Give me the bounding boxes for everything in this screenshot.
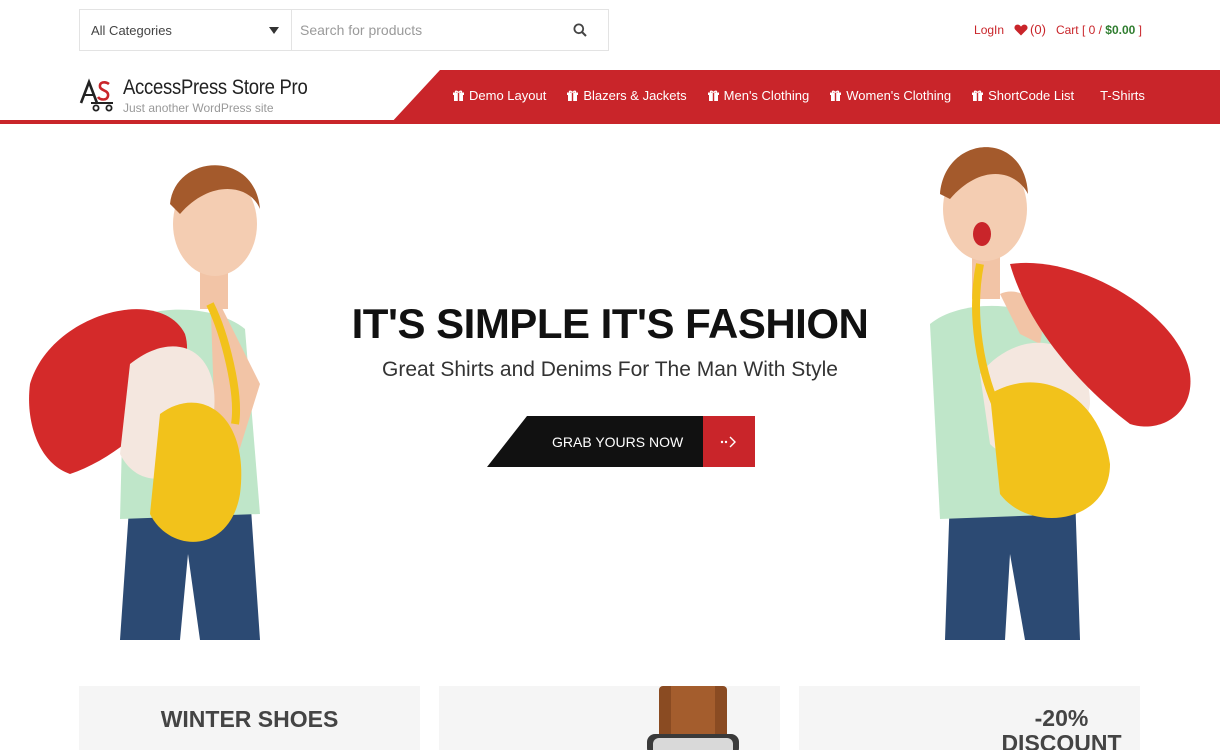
nav-item-demo-layout[interactable]: Demo Layout: [453, 88, 546, 103]
hero-title: IT'S SIMPLE IT'S FASHION: [351, 300, 869, 347]
main-navigation: Demo Layout Blazers & Jackets Men's Clot…: [453, 70, 1166, 120]
wishlist-link[interactable]: (0): [1014, 22, 1046, 37]
watch-image: [647, 686, 739, 750]
search-input[interactable]: [292, 10, 552, 50]
hero-model-right-image: [930, 147, 1191, 640]
promo-card-winter-shoes[interactable]: WINTER SHOES: [79, 686, 420, 750]
search-icon: [573, 23, 587, 37]
site-title: AccessPress Store Pro: [123, 76, 308, 99]
hero-subtitle: Great Shirts and Denims For The Man With…: [382, 358, 838, 381]
cart-bracket: ]: [1135, 22, 1142, 37]
category-select[interactable]: All Categories: [80, 10, 292, 50]
nav-item-blazers-jackets[interactable]: Blazers & Jackets: [567, 87, 687, 103]
promo-card-watch[interactable]: [439, 686, 780, 750]
hero-model-left-image: [29, 165, 260, 640]
site-logo[interactable]: AccessPress Store Pro Just another WordP…: [79, 76, 333, 115]
cart-label: Cart [ 0 /: [1055, 22, 1106, 37]
store-logo-icon: [79, 78, 113, 112]
nav-label: T-Shirts: [1100, 87, 1145, 103]
promo-discount-percent: -20%: [1034, 705, 1089, 731]
promo-discount-label: DISCOUNT: [1001, 730, 1122, 750]
nav-item-womens-clothing[interactable]: Women's Clothing: [830, 88, 951, 103]
grab-yours-now-button[interactable]: GRAB YOURS NOW: [487, 416, 755, 467]
account-links: LogIn (0) Cart [ 0 / $0.00 ]: [974, 22, 1142, 37]
cta-label: GRAB YOURS NOW: [487, 416, 703, 467]
gift-icon: [453, 90, 464, 101]
product-search-bar: All Categories: [79, 9, 609, 51]
caret-down-icon: [269, 26, 279, 34]
gift-icon: [830, 90, 842, 101]
promo-card-discount[interactable]: -20% DISCOUNT: [799, 686, 1140, 750]
nav-item-t-shirts[interactable]: T-Shirts: [1100, 88, 1145, 103]
nav-item-mens-clothing[interactable]: Men's Clothing: [707, 87, 810, 103]
gift-icon: [567, 90, 579, 101]
site-tagline: Just another WordPress site: [123, 101, 274, 115]
promo-card-title: -20% DISCOUNT: [999, 706, 1124, 750]
login-link[interactable]: LogIn: [974, 23, 1004, 37]
promo-card-title: WINTER SHOES: [160, 706, 339, 732]
cart-link[interactable]: Cart [ 0 / $0.00 ]: [1056, 23, 1142, 37]
category-select-value: All Categories: [91, 22, 172, 38]
heart-icon: [1014, 24, 1028, 35]
nav-label: Women's Clothing: [846, 87, 952, 103]
wishlist-count: (0): [1030, 22, 1046, 37]
arrow-right-icon: [703, 416, 755, 467]
nav-item-shortcode-list[interactable]: ShortCode List: [972, 88, 1074, 103]
cart-total: $0.00: [1105, 22, 1136, 37]
gift-icon: [972, 90, 984, 101]
hero-slider: IT'S SIMPLE IT'S FASHION Great Shirts an…: [0, 124, 1220, 640]
nav-label: Blazers & Jackets: [583, 87, 687, 103]
nav-label: Demo Layout: [469, 87, 547, 103]
gift-icon: [707, 90, 719, 101]
nav-label: Men's Clothing: [723, 87, 810, 103]
search-button[interactable]: [552, 10, 608, 50]
nav-label: ShortCode List: [988, 87, 1075, 103]
